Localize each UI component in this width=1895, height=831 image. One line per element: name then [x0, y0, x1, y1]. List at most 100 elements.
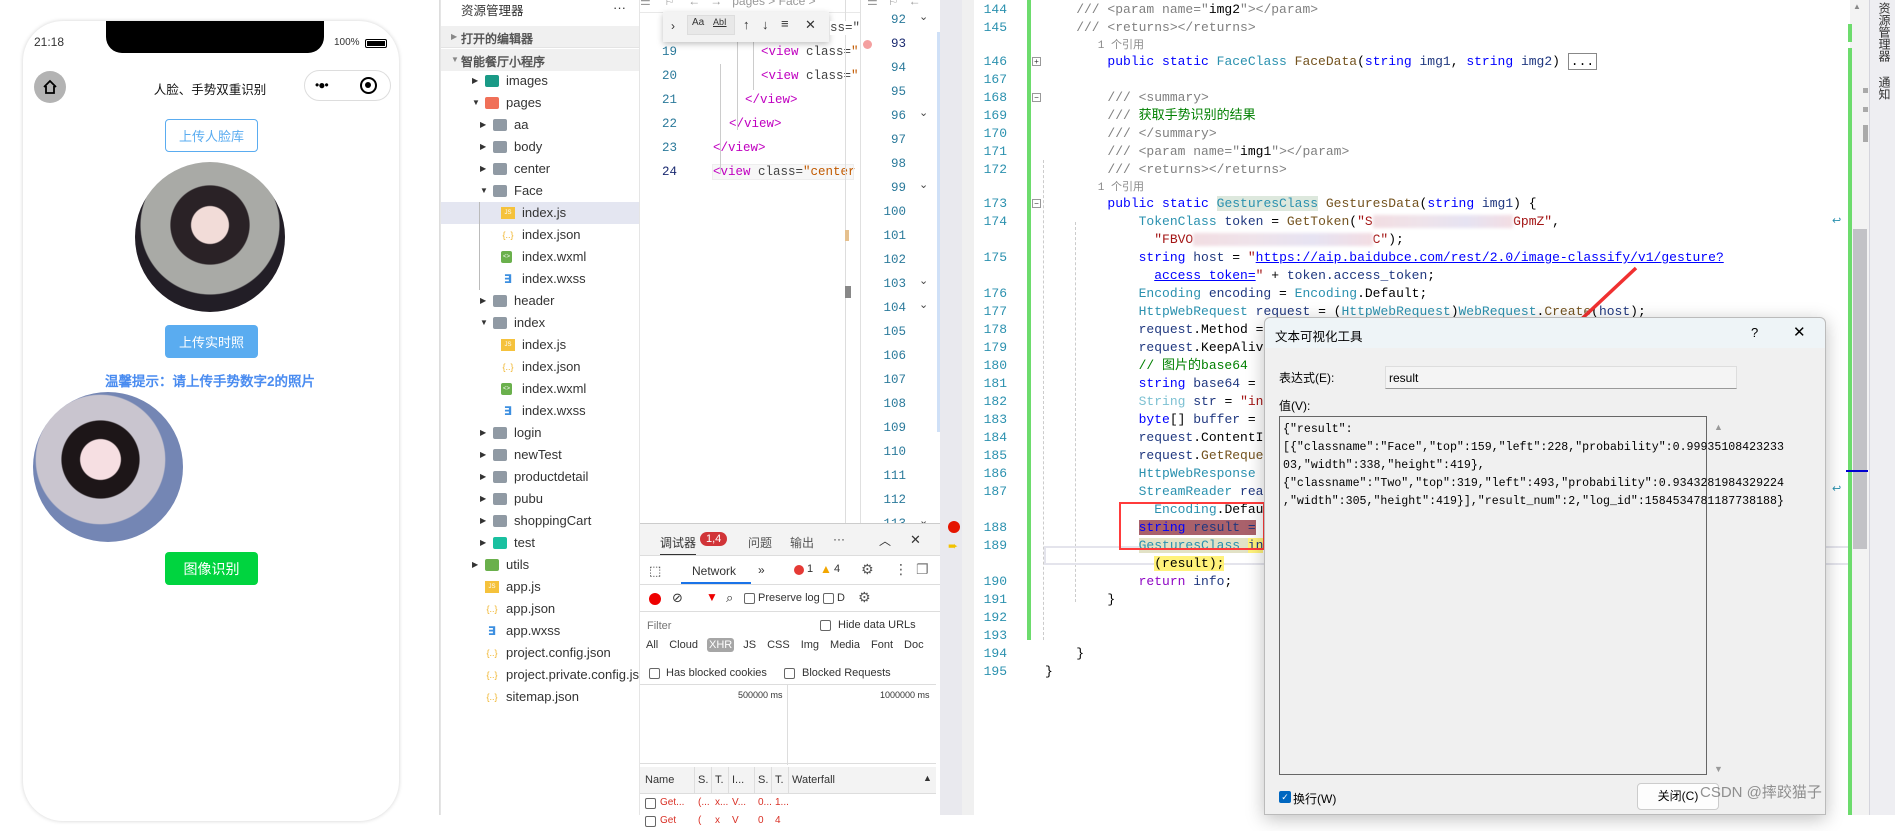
- tree-item-app-js[interactable]: JS app.js: [441, 576, 639, 598]
- hide-data-urls-checkbox[interactable]: [820, 620, 831, 631]
- tab-problems[interactable]: 问题: [748, 534, 772, 551]
- tree-item-index-js[interactable]: JS index.js: [441, 202, 639, 224]
- value-textarea[interactable]: {"result": [{"classname":"Face","top":159…: [1279, 416, 1784, 775]
- codelens-references[interactable]: 1 个引用: [1045, 40, 1144, 52]
- column-header[interactable]: Name: [645, 774, 674, 786]
- filter-type-doc[interactable]: Doc: [902, 638, 926, 652]
- previous-match-icon[interactable]: ↑: [743, 17, 750, 32]
- tree-item-index-json[interactable]: {..} index.json: [441, 224, 639, 246]
- js-editor-gutter[interactable]: ☰ ⚐ ← 92 ⌄ 93 94 95 96 ⌄ 97 98 99 ⌄ 100 101 102 103 ⌄ 10…: [860, 0, 942, 531]
- whole-word-button[interactable]: AbI: [713, 17, 727, 27]
- scroll-thumb[interactable]: [1853, 229, 1867, 549]
- collapsed-arrow-icon[interactable]: ▶: [472, 76, 478, 85]
- side-tab-explorer[interactable]: 资源管理器: [1876, 2, 1893, 62]
- back-icon[interactable]: ←: [688, 0, 700, 8]
- column-header[interactable]: I...: [732, 774, 744, 786]
- undock-icon[interactable]: ❐: [916, 561, 929, 578]
- expanded-arrow-icon[interactable]: ▼: [480, 186, 488, 195]
- preserve-log-checkbox[interactable]: [744, 593, 755, 604]
- side-tab-notifications[interactable]: 通知: [1876, 76, 1893, 100]
- tree-item-app-json[interactable]: {..} app.json: [441, 598, 639, 620]
- tree-item-index-wxml[interactable]: <> index.wxml: [441, 378, 639, 400]
- collapsed-arrow-icon[interactable]: ▶: [480, 164, 486, 173]
- fold-chevron-icon[interactable]: ⌄: [919, 298, 928, 311]
- fold-toggle-icon[interactable]: −: [1032, 93, 1041, 102]
- home-button[interactable]: [34, 71, 66, 103]
- sort-icon[interactable]: ▲: [923, 773, 932, 783]
- back-icon[interactable]: ←: [909, 0, 921, 8]
- find-in-selection-icon[interactable]: ≡: [781, 16, 789, 31]
- tab-debugger[interactable]: 调试器: [660, 534, 697, 555]
- close-find-icon[interactable]: ✕: [805, 17, 816, 33]
- collapsed-arrow-icon[interactable]: ▶: [480, 296, 486, 305]
- vertical-scrollbar[interactable]: ▲: [1846, 0, 1869, 815]
- collapsed-region-button[interactable]: ...: [1567, 53, 1598, 70]
- tree-item-shoppingcart[interactable]: ▶ shoppingCart: [441, 510, 639, 532]
- codelens-references[interactable]: 1 个引用: [1045, 182, 1144, 194]
- filter-type-all[interactable]: All: [644, 638, 660, 652]
- expanded-arrow-icon[interactable]: ▼: [480, 318, 488, 327]
- filter-icon[interactable]: ▼: [706, 590, 718, 604]
- more-icon[interactable]: •●•: [315, 78, 329, 92]
- bookmark-icon[interactable]: ⚐: [888, 0, 899, 8]
- upload-live-photo-button[interactable]: 上传实时照: [165, 325, 258, 358]
- tree-item-index-js[interactable]: JS index.js: [441, 334, 639, 356]
- outline-icon[interactable]: ☰: [867, 0, 878, 8]
- maximize-panel-icon[interactable]: ︿: [879, 532, 891, 549]
- tree-item-project-config-json[interactable]: {..} project.config.json: [441, 642, 639, 664]
- filter-type-font[interactable]: Font: [869, 638, 895, 652]
- recognize-button[interactable]: 图像识别: [165, 552, 258, 585]
- expanded-arrow-icon[interactable]: ▼: [472, 98, 480, 107]
- explorer-more-button[interactable]: ···: [613, 0, 626, 15]
- fold-chevron-icon[interactable]: ⌄: [919, 106, 928, 119]
- blocked-requests-checkbox[interactable]: [784, 668, 795, 679]
- tree-item-newtest[interactable]: ▶ newTest: [441, 444, 639, 466]
- breadcrumb[interactable]: pages > Face >: [732, 0, 815, 8]
- record-icon[interactable]: [649, 593, 661, 605]
- error-count[interactable]: 1: [807, 563, 813, 575]
- wrap-checkbox[interactable]: ✓: [1279, 791, 1291, 803]
- column-header[interactable]: Waterfall: [792, 774, 835, 786]
- tree-item-images[interactable]: ▶ images: [441, 70, 639, 92]
- collapsed-arrow-icon[interactable]: ▶: [480, 516, 486, 525]
- collapsed-arrow-icon[interactable]: ▶: [480, 450, 486, 459]
- tree-item-index[interactable]: ▼ index: [441, 312, 639, 334]
- request-row[interactable]: Get... (... x... V... 0... 1...: [640, 795, 936, 813]
- inspect-element-icon[interactable]: ⬚: [649, 563, 661, 579]
- kebab-menu-icon[interactable]: ⋮: [894, 561, 908, 578]
- tree-item-index-wxss[interactable]: ∃ index.wxss: [441, 400, 639, 422]
- match-case-button[interactable]: Aa: [692, 17, 704, 28]
- wxml-editor[interactable]: ☰ ⚐ ← → pages > Face > 19 <view class=" 20…: [640, 0, 861, 523]
- close-panel-icon[interactable]: ✕: [910, 532, 921, 548]
- disable-cache-checkbox[interactable]: [823, 593, 834, 604]
- column-header[interactable]: T.: [775, 774, 784, 786]
- fold-chevron-icon[interactable]: ⌄: [919, 274, 928, 287]
- filter-type-cloud[interactable]: Cloud: [667, 638, 700, 652]
- next-match-icon[interactable]: ↓: [762, 17, 769, 32]
- fold-toggle-icon[interactable]: −: [1032, 199, 1041, 208]
- row-checkbox[interactable]: [645, 816, 656, 827]
- breakpoint-icon[interactable]: [948, 521, 960, 533]
- face-photo[interactable]: [135, 162, 285, 312]
- filter-type-xhr[interactable]: XHR: [706, 638, 735, 652]
- upload-face-library-button[interactable]: 上传人脸库: [165, 119, 258, 152]
- tree-item-project-private-config-js-[interactable]: {..} project.private.config.js...: [441, 664, 649, 686]
- collapsed-arrow-icon[interactable]: ▶: [472, 560, 478, 569]
- column-header[interactable]: S.: [698, 774, 708, 786]
- filter-input[interactable]: [644, 617, 807, 635]
- more-tabs-button[interactable]: ···: [833, 532, 845, 546]
- expression-input[interactable]: [1385, 366, 1737, 389]
- tree-item-utils[interactable]: ▶ utils: [441, 554, 639, 576]
- tree-item-aa[interactable]: ▶ aa: [441, 114, 639, 136]
- tree-item-center[interactable]: ▶ center: [441, 158, 639, 180]
- column-header[interactable]: S.: [758, 774, 768, 786]
- outline-icon[interactable]: ☰: [640, 0, 651, 8]
- tab-network[interactable]: Network: [692, 564, 736, 578]
- collapsed-arrow-icon[interactable]: ▶: [480, 428, 486, 437]
- tree-item-header[interactable]: ▶ header: [441, 290, 639, 312]
- open-editors-section[interactable]: ▶ 打开的编辑器: [441, 26, 639, 48]
- filter-type-css[interactable]: CSS: [765, 638, 792, 652]
- tree-item-test[interactable]: ▶ test: [441, 532, 639, 554]
- tree-item-sitemap-json[interactable]: {..} sitemap.json: [441, 686, 639, 708]
- tree-item-productdetail[interactable]: ▶ productdetail: [441, 466, 639, 488]
